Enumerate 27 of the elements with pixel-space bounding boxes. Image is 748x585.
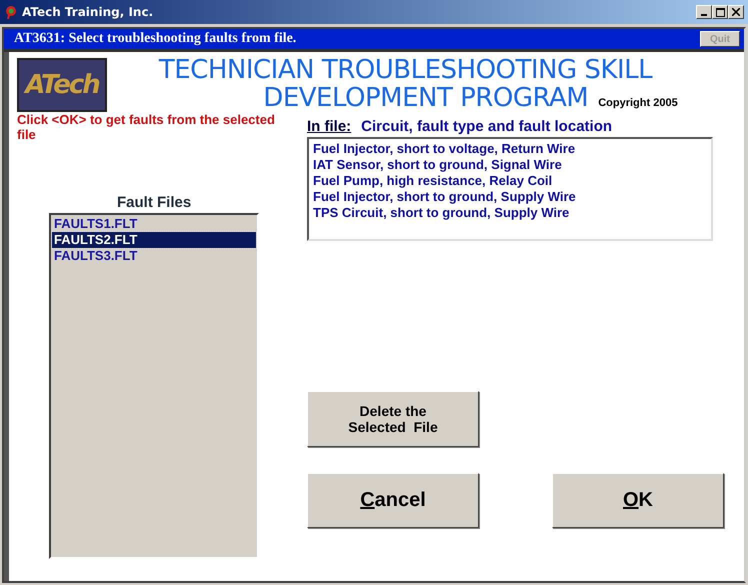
copyright-text: Copyright 2005 — [598, 97, 678, 109]
instruction-text: Click <OK> to get faults from the selected file — [17, 112, 276, 142]
program-title: DEVELOPMENT PROGRAM — [263, 84, 588, 112]
faults-heading: Circuit, fault type and fault location — [361, 118, 612, 135]
header-caption: AT3631: Select troubleshooting faults from file. — [14, 31, 296, 47]
dialog-button[interactable]: OK — [552, 473, 724, 528]
file-item[interactable]: FAULTS3.FLT — [52, 248, 256, 264]
close-icon — [732, 8, 740, 16]
fault-item: IAT Sensor, short to ground, Signal Wire — [313, 157, 563, 173]
fault-item: TPS Circuit, short to ground, Supply Wire — [313, 205, 570, 221]
dialog-button[interactable]: Cancel — [307, 473, 479, 528]
fault-files-label: Fault Files — [117, 194, 192, 211]
in-file-label: In file: — [307, 118, 352, 135]
logo: ATech — [17, 58, 107, 112]
window-title: ATech Training, Inc. — [22, 5, 154, 19]
fault-item: Fuel Injector, short to voltage, Return Wire — [313, 141, 576, 157]
program-title: TECHNICIAN TROUBLESHOOTING SKILL — [158, 56, 652, 84]
close-button[interactable] — [728, 5, 744, 19]
fault-item: Fuel Pump, high resistance, Relay Coil — [313, 173, 554, 189]
delete-file-button[interactable]: Delete the Selected File — [307, 391, 479, 447]
file-item[interactable]: FAULTS1.FLT — [52, 216, 256, 232]
file-item[interactable]: FAULTS2.FLT — [52, 232, 256, 248]
maximize-button[interactable] — [712, 5, 728, 19]
minimize-button[interactable] — [696, 5, 712, 19]
app-icon — [4, 5, 18, 19]
maximize-icon — [716, 8, 724, 16]
fault-item: Fuel Injector, short to ground, Supply Wire — [313, 189, 577, 205]
